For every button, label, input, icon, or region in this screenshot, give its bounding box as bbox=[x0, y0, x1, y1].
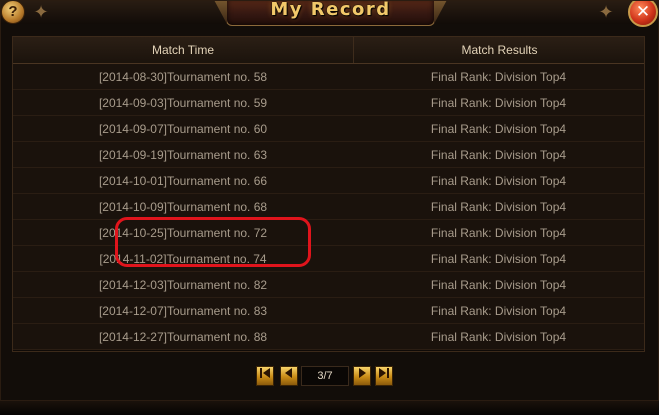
match-result-cell: Final Rank: Division Top4 bbox=[430, 278, 567, 292]
bottom-strip bbox=[0, 401, 659, 415]
match-time-cell: [2014-09-19]Tournament no. 63 bbox=[98, 148, 268, 162]
match-result-cell: Final Rank: Division Top4 bbox=[430, 252, 567, 266]
last-page-icon bbox=[377, 368, 391, 382]
table-row: [2014-10-25]Tournament no. 72 Final Rank:… bbox=[13, 220, 644, 246]
match-time-cell: [2014-12-03]Tournament no. 82 bbox=[98, 278, 268, 292]
first-page-button[interactable] bbox=[256, 366, 274, 386]
match-result-cell: Final Rank: Division Top4 bbox=[430, 148, 567, 162]
window-title: My Record bbox=[270, 0, 391, 20]
ornament-icon: ✦ bbox=[598, 2, 614, 22]
match-time-cell: [2014-12-27]Tournament no. 88 bbox=[98, 330, 268, 344]
match-time-cell: [2014-12-07]Tournament no. 83 bbox=[98, 304, 268, 318]
match-result-cell: Final Rank: Division Top4 bbox=[430, 226, 567, 240]
next-page-button[interactable] bbox=[353, 366, 371, 386]
table-row: [2014-09-19]Tournament no. 63 Final Rank:… bbox=[13, 142, 644, 168]
record-table: Match Time Match Results [2014-08-30]Tou… bbox=[12, 36, 645, 352]
title-bar: ? ✦ My Record ✦ ✕ bbox=[0, 0, 659, 27]
last-page-button[interactable] bbox=[375, 366, 393, 386]
match-result-cell: Final Rank: Division Top4 bbox=[430, 330, 567, 344]
table-row: [2014-08-30]Tournament no. 58 Final Rank:… bbox=[13, 64, 644, 90]
table-row: [2014-12-03]Tournament no. 82 Final Rank:… bbox=[13, 272, 644, 298]
table-row: [2014-12-27]Tournament no. 88 Final Rank:… bbox=[13, 324, 644, 350]
page-indicator: 3/7 bbox=[301, 366, 349, 386]
previous-page-button[interactable] bbox=[280, 366, 298, 386]
match-time-cell: [2014-09-07]Tournament no. 60 bbox=[98, 122, 268, 136]
help-button[interactable]: ? bbox=[1, 0, 25, 24]
table-row: [2014-09-03]Tournament no. 59 Final Rank:… bbox=[13, 90, 644, 116]
table-row: [2014-09-07]Tournament no. 60 Final Rank:… bbox=[13, 116, 644, 142]
header-match-time: Match Time bbox=[151, 43, 214, 57]
red-highlight-annotation bbox=[115, 217, 311, 267]
table-row: [2014-11-02]Tournament no. 74 Final Rank:… bbox=[13, 246, 644, 272]
match-time-cell: [2014-10-01]Tournament no. 66 bbox=[98, 174, 268, 188]
close-button[interactable]: ✕ bbox=[628, 0, 658, 27]
header-match-results: Match Results bbox=[353, 37, 645, 63]
match-result-cell: Final Rank: Division Top4 bbox=[430, 70, 567, 84]
match-time-cell: [2014-08-30]Tournament no. 58 bbox=[98, 70, 268, 84]
title-plate: My Record bbox=[226, 0, 435, 26]
match-result-cell: Final Rank: Division Top4 bbox=[430, 200, 567, 214]
table-row: [2014-12-07]Tournament no. 83 Final Rank:… bbox=[13, 298, 644, 324]
table-header: Match Time Match Results bbox=[13, 37, 644, 64]
pagination: 3/7 bbox=[256, 366, 396, 386]
record-window: ? ✦ My Record ✦ ✕ Match Time Match Resul… bbox=[0, 0, 659, 401]
first-page-icon bbox=[258, 368, 272, 382]
match-time-cell: [2014-10-09]Tournament no. 68 bbox=[98, 200, 268, 214]
table-row: [2014-10-09]Tournament no. 68 Final Rank:… bbox=[13, 194, 644, 220]
match-result-cell: Final Rank: Division Top4 bbox=[430, 174, 567, 188]
previous-page-icon bbox=[282, 368, 296, 382]
match-result-cell: Final Rank: Division Top4 bbox=[430, 304, 567, 318]
ornament-icon: ✦ bbox=[33, 2, 49, 22]
match-result-cell: Final Rank: Division Top4 bbox=[430, 122, 567, 136]
table-row: [2014-10-01]Tournament no. 66 Final Rank:… bbox=[13, 168, 644, 194]
match-result-cell: Final Rank: Division Top4 bbox=[430, 96, 567, 110]
match-time-cell: [2014-09-03]Tournament no. 59 bbox=[98, 96, 268, 110]
next-page-icon bbox=[355, 368, 369, 382]
